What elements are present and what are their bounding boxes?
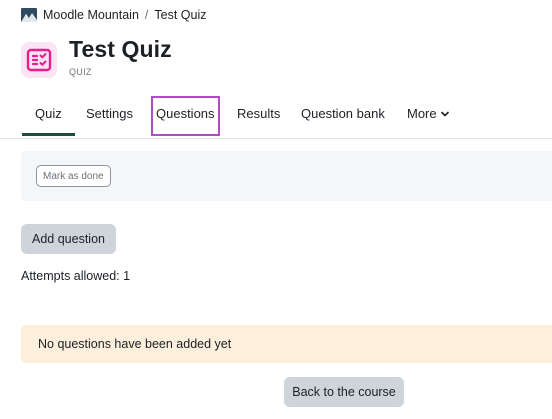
- secondary-navigation: Quiz Settings Questions Results Question…: [0, 96, 552, 139]
- breadcrumb: Moodle Mountain / Test Quiz: [21, 6, 207, 24]
- tab-settings[interactable]: Settings: [86, 106, 133, 121]
- back-to-course-button[interactable]: Back to the course: [284, 377, 404, 407]
- add-question-button[interactable]: Add question: [21, 224, 116, 254]
- breadcrumb-current[interactable]: Test Quiz: [154, 8, 206, 22]
- alert-message: No questions have been added yet: [38, 337, 232, 351]
- tab-questions[interactable]: Questions: [156, 106, 215, 121]
- tab-question-bank[interactable]: Question bank: [301, 106, 385, 121]
- tab-results[interactable]: Results: [237, 106, 280, 121]
- no-questions-alert: No questions have been added yet: [21, 325, 552, 363]
- site-logo-icon: [21, 8, 37, 22]
- tab-more-label: More: [407, 106, 437, 121]
- activity-completion-panel: Mark as done: [21, 151, 552, 201]
- tab-quiz[interactable]: Quiz: [22, 106, 75, 136]
- chevron-down-icon: [440, 111, 449, 116]
- activity-type-label: QUIZ: [69, 67, 92, 77]
- mark-as-done-button[interactable]: Mark as done: [36, 165, 111, 187]
- attempts-allowed: Attempts allowed: 1: [21, 269, 131, 283]
- breadcrumb-site-link[interactable]: Moodle Mountain: [43, 8, 139, 22]
- page-title: Test Quiz: [69, 36, 172, 62]
- breadcrumb-separator: /: [144, 8, 149, 22]
- quiz-icon: [21, 42, 57, 78]
- tab-more[interactable]: More: [407, 106, 449, 121]
